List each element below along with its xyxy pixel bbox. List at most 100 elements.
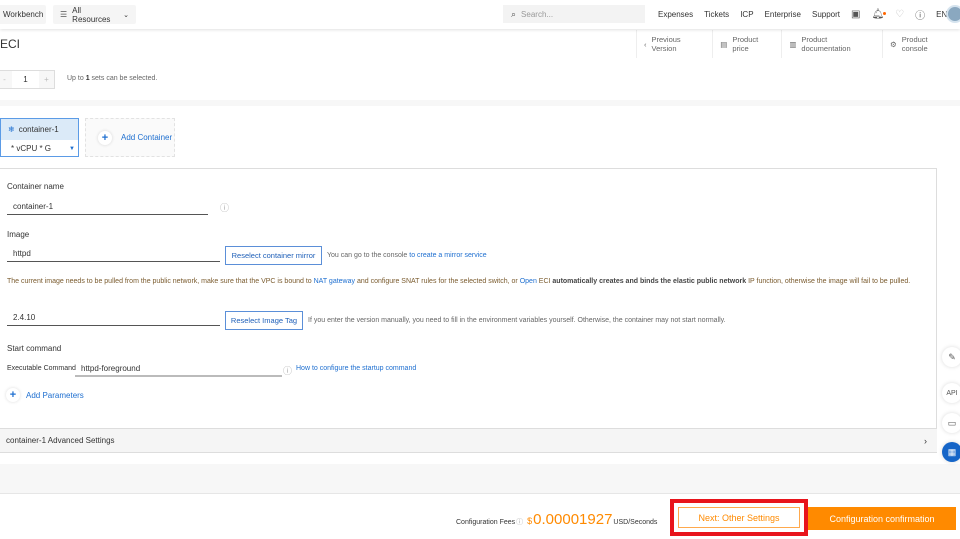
open-link[interactable]: Open — [520, 278, 537, 285]
help-icon[interactable]: ⓘ — [516, 517, 523, 527]
container-icon: ❄ — [8, 125, 15, 134]
workbench-button[interactable]: Workbench — [0, 5, 46, 24]
next-other-settings-button[interactable]: Next: Other Settings — [678, 507, 800, 528]
edit-icon[interactable]: ✎ — [942, 347, 960, 367]
nav-icp[interactable]: ICP — [740, 10, 753, 19]
configuration-confirmation-button[interactable]: Configuration confirmation — [808, 507, 956, 530]
top-bar: Workbench ☰ All Resources ⌄ ⌕ Search... … — [0, 0, 960, 29]
price-list-icon: ▤ — [720, 39, 728, 49]
nav-tickets[interactable]: Tickets — [704, 10, 729, 19]
avatar[interactable] — [946, 5, 960, 23]
help-icon[interactable]: ⓘ — [283, 364, 292, 377]
tab-label: Previous Version — [651, 35, 681, 53]
nav-expenses[interactable]: Expenses — [658, 10, 693, 19]
increment-button[interactable]: + — [39, 71, 54, 88]
search-placeholder: Search... — [521, 9, 554, 19]
plus-icon: + — [98, 130, 112, 145]
footer-bar: Configuration Fees ⓘ $ 0.00001927 USD/Se… — [0, 493, 960, 539]
warning-text: The current image needs to be pulled fro… — [7, 278, 314, 285]
network-warning: The current image needs to be pulled fro… — [7, 276, 917, 288]
executable-command-input[interactable]: httpd-foreground — [75, 361, 282, 377]
image-tag-value: 2.4.10 — [13, 313, 36, 322]
warning-text: ECI — [536, 278, 553, 285]
nav-enterprise[interactable]: Enterprise — [765, 10, 801, 19]
search-icon: ⌕ — [511, 8, 517, 19]
decrement-button[interactable]: - — [0, 71, 12, 88]
startup-command-help-link[interactable]: How to configure the startup command — [296, 365, 416, 372]
start-command-label: Start command — [7, 344, 62, 353]
image-label: Image — [7, 230, 30, 239]
advanced-settings-label: container-1 Advanced Settings — [6, 436, 115, 445]
image-tag-input[interactable]: 2.4.10 — [7, 310, 220, 326]
add-parameters-label: Add Parameters — [26, 390, 84, 400]
fees-label: Configuration Fees — [456, 519, 516, 526]
add-container-button[interactable]: + Add Container — [85, 118, 175, 157]
lightbulb-icon[interactable]: ♡ — [895, 9, 904, 20]
reselect-container-mirror-button[interactable]: Reselect container mirror — [225, 246, 322, 265]
create-mirror-service-link[interactable]: to create a mirror service — [409, 252, 486, 259]
container-name-value: container-1 — [13, 202, 54, 211]
page-bottom-area — [0, 464, 960, 493]
reselect-image-tag-button[interactable]: Reselect Image Tag — [225, 311, 303, 330]
warning-bold: automatically creates and binds the elas… — [552, 278, 747, 285]
top-nav: Expenses Tickets ICP Enterprise Support … — [658, 0, 958, 29]
tab-label: Product console — [901, 35, 928, 53]
feedback-icon[interactable]: ▭ — [942, 413, 960, 433]
container-tab[interactable]: ❄ container-1 * vCPU * G ▼ — [0, 118, 79, 157]
divider — [0, 100, 960, 106]
nat-gateway-link[interactable]: NAT gateway — [314, 278, 355, 285]
add-parameters-button[interactable]: + Add Parameters — [6, 388, 84, 402]
caret-down-icon: ▼ — [69, 145, 75, 152]
note-text: Up to — [67, 75, 86, 82]
advanced-settings-row[interactable]: container-1 Advanced Settings › — [0, 428, 937, 452]
add-container-label: Add Container — [121, 133, 173, 142]
executable-command-value: httpd-foreground — [81, 363, 141, 373]
api-icon[interactable]: API — [942, 383, 960, 403]
help-icon[interactable]: ⓘ — [220, 201, 229, 214]
help-icon[interactable]: ⓘ — [915, 7, 925, 22]
previous-version-link[interactable]: ‹ Previous Version — [636, 30, 712, 58]
bell-icon[interactable]: 🔔︎ — [871, 9, 887, 20]
tab-label: Product price — [732, 35, 759, 53]
warning-text: IP function, otherwise the image will fa… — [746, 278, 911, 285]
terminal-icon[interactable]: ▣ — [851, 9, 860, 20]
quantity-note: Up to 1 sets can be selected. — [67, 75, 157, 82]
product-documentation-link[interactable]: ▥ Product documentation — [781, 30, 882, 58]
gear-icon: ⚙ — [890, 39, 897, 49]
image-input[interactable]: httpd — [7, 246, 220, 262]
chevron-left-icon: ‹ — [644, 39, 647, 49]
container-name-input[interactable]: container-1 — [7, 199, 208, 215]
tab-label: Product documentation — [801, 35, 851, 53]
quantity-value[interactable]: 1 — [12, 75, 39, 84]
chevron-right-icon: › — [924, 435, 927, 446]
right-tabs: ‹ Previous Version ▤ Product price ▥ Produc… — [636, 30, 960, 58]
document-icon: ▥ — [789, 39, 797, 49]
chevron-down-icon: ⌄ — [123, 11, 129, 19]
next-button-highlight: Next: Other Settings — [670, 499, 808, 536]
all-resources-dropdown[interactable]: ☰ All Resources ⌄ — [53, 5, 136, 24]
quantity-stepper[interactable]: - 1 + — [0, 70, 55, 89]
note-text: sets can be selected. — [89, 75, 158, 82]
product-console-link[interactable]: ⚙ Product console — [882, 30, 960, 58]
mirror-hint: You can go to the console to create a mi… — [327, 252, 487, 259]
apps-icon[interactable]: ▦ — [942, 442, 960, 462]
workbench-label: Workbench — [3, 10, 44, 19]
warning-text: and configure SNAT rules for the selecte… — [355, 278, 520, 285]
api-label: API — [946, 389, 958, 397]
nav-support[interactable]: Support — [812, 10, 840, 19]
price-value: 0.00001927 — [533, 511, 613, 528]
spec-value: * vCPU * G — [11, 144, 52, 153]
currency-symbol: $ — [527, 516, 533, 526]
spec-select[interactable]: * vCPU * G ▼ — [1, 140, 78, 157]
product-price-link[interactable]: ▤ Product price — [712, 30, 781, 58]
all-resources-label: All Resources — [72, 5, 111, 24]
price-unit: USD/Seconds — [613, 519, 658, 526]
list-icon: ☰ — [60, 10, 68, 19]
plus-icon: + — [6, 388, 20, 402]
search-input[interactable]: ⌕ Search... — [503, 5, 645, 23]
tag-hint: If you enter the version manually, you n… — [308, 317, 726, 324]
container-name-label: Container name — [7, 182, 64, 191]
hint-text: You can go to the console — [327, 252, 410, 259]
configuration-fees: Configuration Fees ⓘ $ 0.00001927 USD/Se… — [456, 511, 657, 528]
executable-command-label: Executable Command — [7, 365, 76, 372]
